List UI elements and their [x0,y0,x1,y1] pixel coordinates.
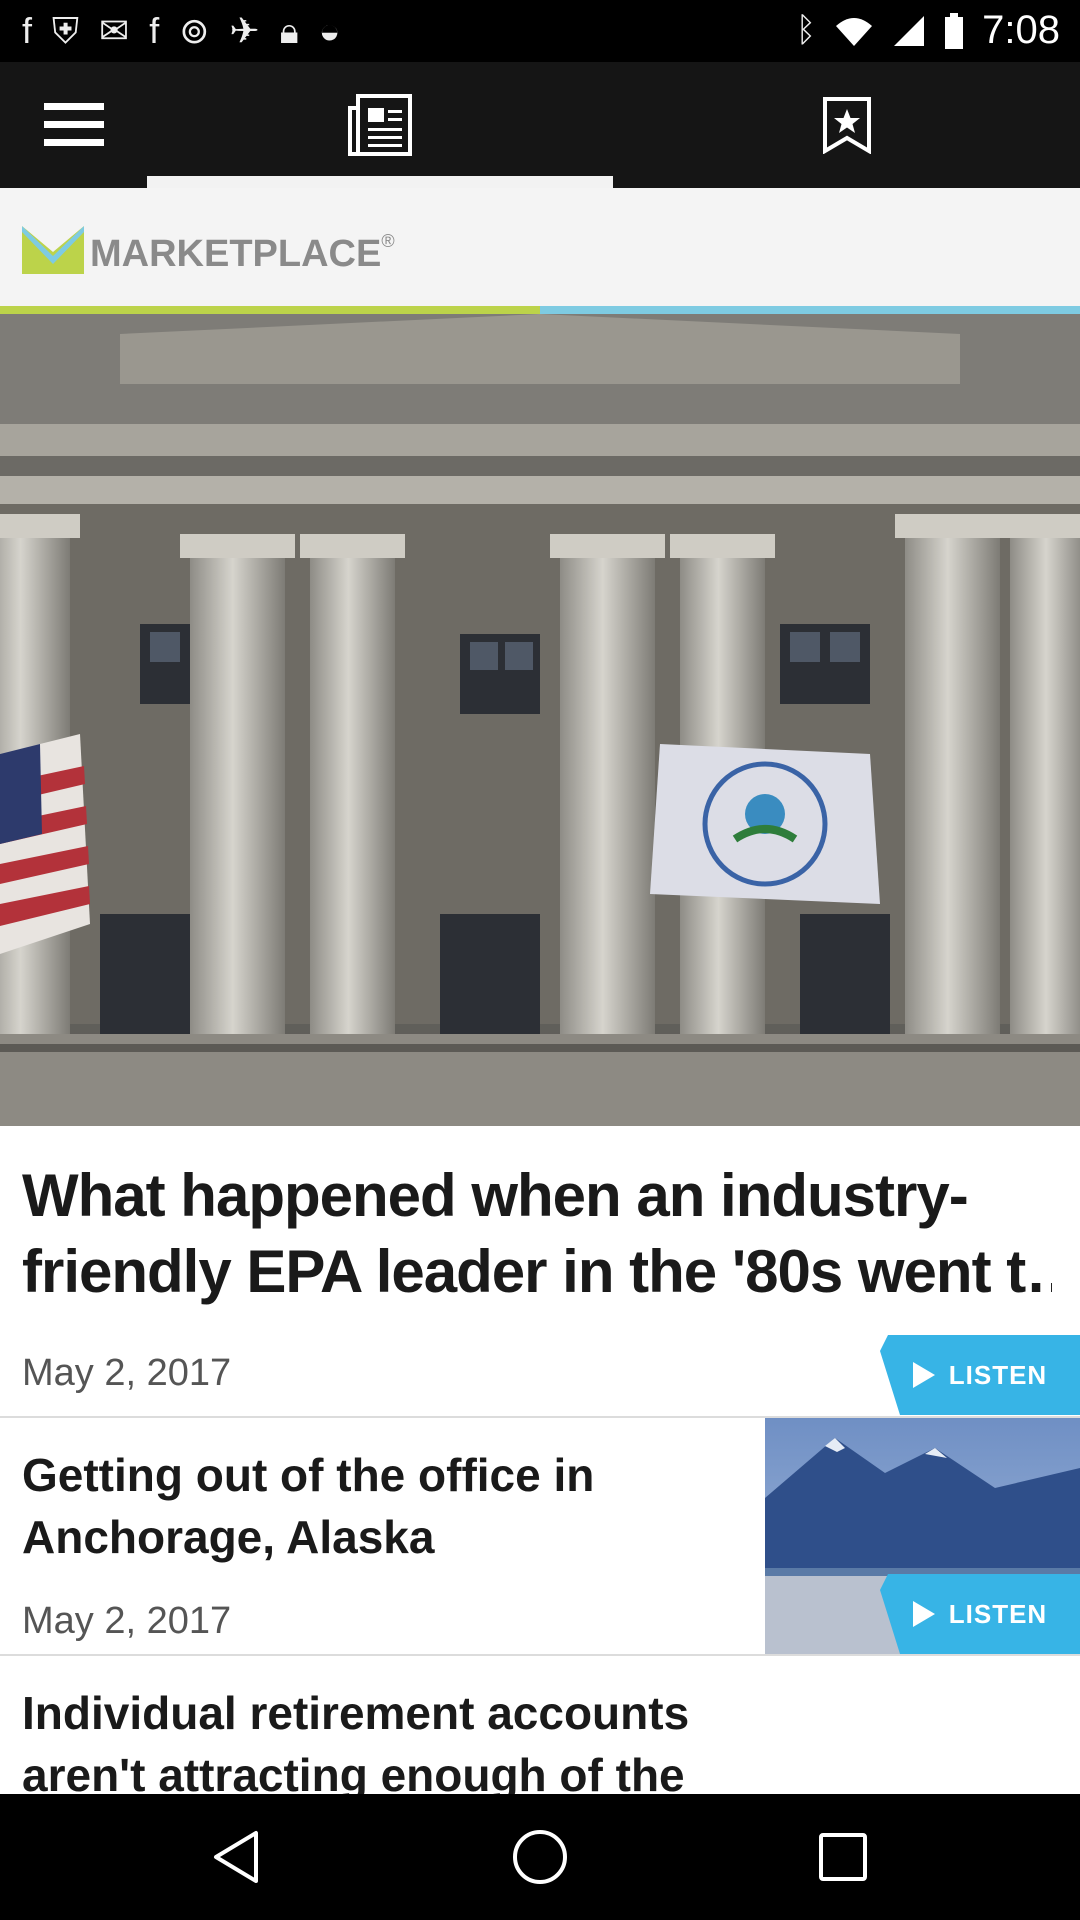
clock: 7:08 [982,8,1060,52]
mail-icon: ✉ [99,10,130,51]
at-icon: ⊚ [179,10,210,51]
title-line: What happened when an industry- [22,1162,969,1229]
title-line: aren't attracting enough of the r… [22,1749,685,1794]
featured-article-title[interactable]: What happened when an industry- friendly… [22,1158,1052,1310]
facebook-icon: f [22,10,33,51]
android-icon: ◒ [318,10,341,51]
title-line: Getting out of the office in [22,1449,595,1501]
shield-icon: ⛨ [52,10,80,51]
bluetooth-icon: ᛒ [795,11,817,49]
battery-icon [945,12,964,49]
brand-header: MARKETPLACE ® [0,188,1080,308]
featured-article-image[interactable] [0,314,1080,1126]
home-button[interactable] [440,1794,640,1920]
system-icons: ᛒ 7:08 [796,8,1060,53]
brand-stripe [0,306,1080,314]
listen-label: LISTEN [948,1598,1048,1629]
article-date: May 2, 2017 [22,1600,232,1642]
article-list: What happened when an industry- friendly… [0,1126,1080,1794]
article-date: May 2, 2017 [22,1352,232,1394]
play-icon [912,1601,935,1627]
epa-building-photo [0,314,1080,1126]
signal-icon [894,15,925,46]
bookmark-star-icon [822,97,871,154]
tab-news[interactable] [147,62,613,188]
app-toolbar [0,62,1080,188]
article-title[interactable]: Getting out of the office in Anchorage, … [22,1444,742,1568]
menu-button[interactable] [0,62,147,188]
wifi-icon [836,17,873,46]
listen-label: LISTEN [948,1359,1048,1390]
listen-button[interactable]: LISTEN [880,1574,1080,1654]
listen-button[interactable]: LISTEN [880,1335,1080,1415]
lock-icon: 🔒︎ [279,10,299,51]
status-bar: f ⛨ ✉ f ⊚ ✈ 🔒︎ ◒ ᛒ 7:08 [0,0,1080,62]
marketplace-logo[interactable]: MARKETPLACE ® [22,222,395,274]
marketplace-logo-mark [22,226,84,274]
home-icon [513,1830,567,1884]
back-button[interactable] [136,1794,336,1920]
title-line: friendly EPA leader in the '80s went t… [22,1238,1052,1305]
recents-button[interactable] [743,1794,943,1920]
title-line: Individual retirement accounts [22,1687,690,1739]
active-tab-indicator [147,176,613,188]
newspaper-icon [348,94,412,156]
registered-mark: ® [381,231,395,251]
system-nav-bar [0,1794,1080,1920]
facebook-icon: f [149,10,160,51]
divider [0,1654,1080,1656]
title-line: Anchorage, Alaska [22,1511,435,1563]
tab-bookmarks[interactable] [613,62,1080,188]
recents-icon [819,1833,867,1881]
satellite-icon: ✈ [229,10,260,51]
menu-icon [43,103,104,146]
play-icon [912,1362,935,1388]
notification-icons: f ⛨ ✉ f ⊚ ✈ 🔒︎ ◒ [22,12,340,50]
article-title[interactable]: Individual retirement accounts aren't at… [22,1682,742,1794]
marketplace-wordmark: MARKETPLACE [90,233,382,275]
back-icon [214,1831,258,1883]
